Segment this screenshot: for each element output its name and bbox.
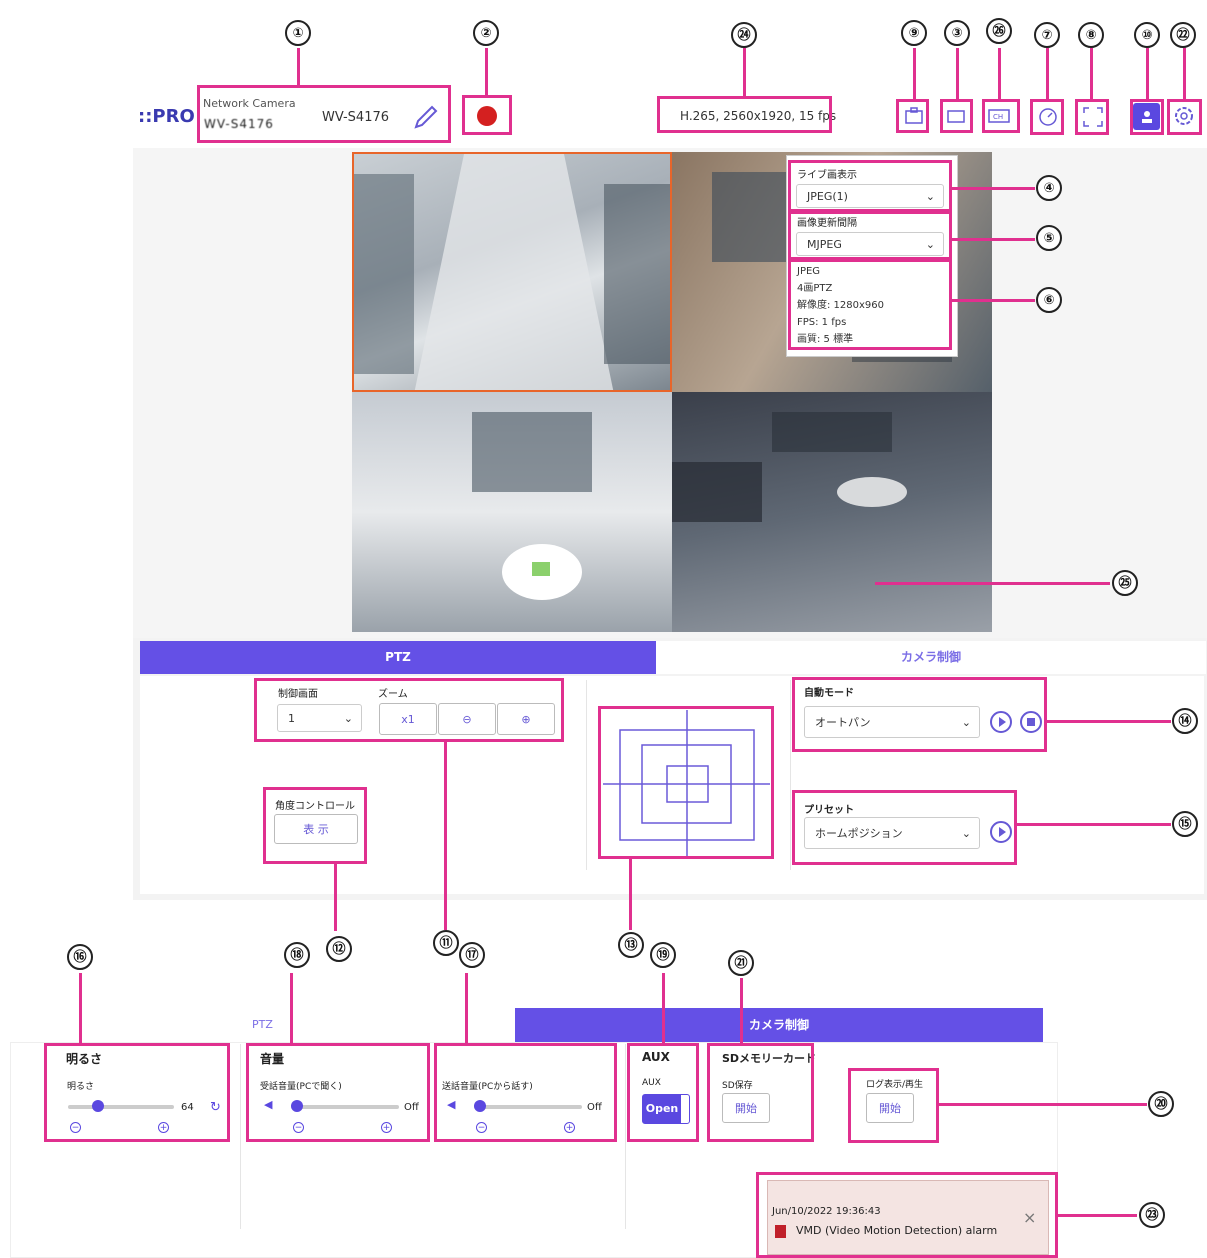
callout-box-2 [462,95,512,135]
callout-line-1 [297,48,300,86]
tab-camera-control-2[interactable]: カメラ制御 [515,1008,1043,1042]
callout-number: ⑰ [459,942,485,968]
callout-number: ⑩ [1134,22,1160,48]
callout-number: ⑳ [1148,1091,1174,1117]
callout-line-21 [740,978,743,1043]
callout-line-17 [465,973,468,1043]
callout-number: ㉔ [731,22,757,48]
callout-box-10 [1130,99,1164,135]
callout-number: ② [473,20,499,46]
callout-number: ③ [944,20,970,46]
callout-box-5 [788,211,952,260]
callout-number: ⑯ [67,944,93,970]
callout-line-26 [998,48,1001,100]
callout-number: ㉑ [728,950,754,976]
callout-number: ⑪ [433,930,459,956]
camera-view-1[interactable] [352,152,672,392]
camera-view-3[interactable] [352,392,672,632]
callout-line-2 [485,48,488,96]
callout-box-4 [788,160,952,212]
callout-line-5 [952,238,1035,241]
callout-box-3 [940,99,973,133]
callout-line-22 [1183,48,1186,100]
callout-box-7 [1030,99,1064,135]
callout-line-4 [952,187,1035,190]
callout-number: ⑮ [1172,811,1198,837]
callout-number: ⑦ [1034,22,1060,48]
callout-box-16 [44,1043,230,1142]
callout-line-24 [743,48,746,97]
callout-number: ㉖ [986,18,1012,44]
callout-number: ⑫ [326,936,352,962]
callout-number: ④ [1036,175,1062,201]
divider [790,680,791,870]
callout-box-1 [197,85,451,143]
callout-box-21 [707,1043,814,1142]
callout-box-19 [627,1043,699,1142]
callout-number: ㉓ [1139,1202,1165,1228]
divider [625,1044,626,1229]
callout-box-23 [756,1172,1058,1258]
callout-line-23 [1058,1214,1137,1217]
callout-box-20 [848,1068,939,1143]
callout-line-7 [1046,48,1049,100]
callout-box-14 [792,677,1047,752]
logo: ::PRO [138,106,195,127]
callout-number: ⑭ [1172,708,1198,734]
callout-line-20 [939,1103,1147,1106]
callout-box-18 [246,1043,430,1142]
callout-box-17 [434,1043,617,1142]
divider [586,680,587,870]
callout-line-15 [1017,823,1171,826]
callout-number: ⑧ [1078,22,1104,48]
callout-box-6 [788,259,952,350]
callout-line-16 [79,973,82,1043]
callout-number: ⑤ [1036,225,1062,251]
callout-number: ⑬ [618,932,644,958]
callout-line-3 [956,48,959,100]
callout-box-11 [254,678,564,742]
tab-camera-control[interactable]: カメラ制御 [656,641,1206,674]
callout-line-14 [1047,720,1171,723]
callout-number: ㉒ [1170,22,1196,48]
callout-box-15 [792,790,1017,865]
callout-line-8 [1090,48,1093,100]
callout-box-24 [657,96,832,133]
callout-line-19 [662,973,665,1043]
callout-line-13 [629,859,632,930]
callout-number: ⑥ [1036,287,1062,313]
callout-number: ⑨ [901,20,927,46]
tab-ptz-2[interactable]: PTZ [10,1010,515,1040]
callout-line-12 [334,864,337,931]
callout-box-8 [1075,99,1109,135]
camera-view-4[interactable] [672,392,992,632]
callout-line-25 [875,582,1110,585]
callout-box-26 [982,99,1020,133]
tab-ptz[interactable]: PTZ [140,641,656,674]
callout-line-11 [444,742,447,930]
divider [240,1044,241,1229]
callout-number: ㉕ [1112,570,1138,596]
callout-number: ⑱ [284,942,310,968]
callout-line-6 [952,299,1035,302]
callout-box-12 [263,787,367,864]
callout-line-18 [290,973,293,1043]
callout-number: ⑲ [650,942,676,968]
callout-number: ① [285,20,311,46]
callout-box-9 [896,99,929,133]
callout-box-13 [598,706,774,859]
callout-line-10 [1146,48,1149,100]
callout-box-22 [1167,99,1202,135]
callout-line-9 [913,48,916,100]
